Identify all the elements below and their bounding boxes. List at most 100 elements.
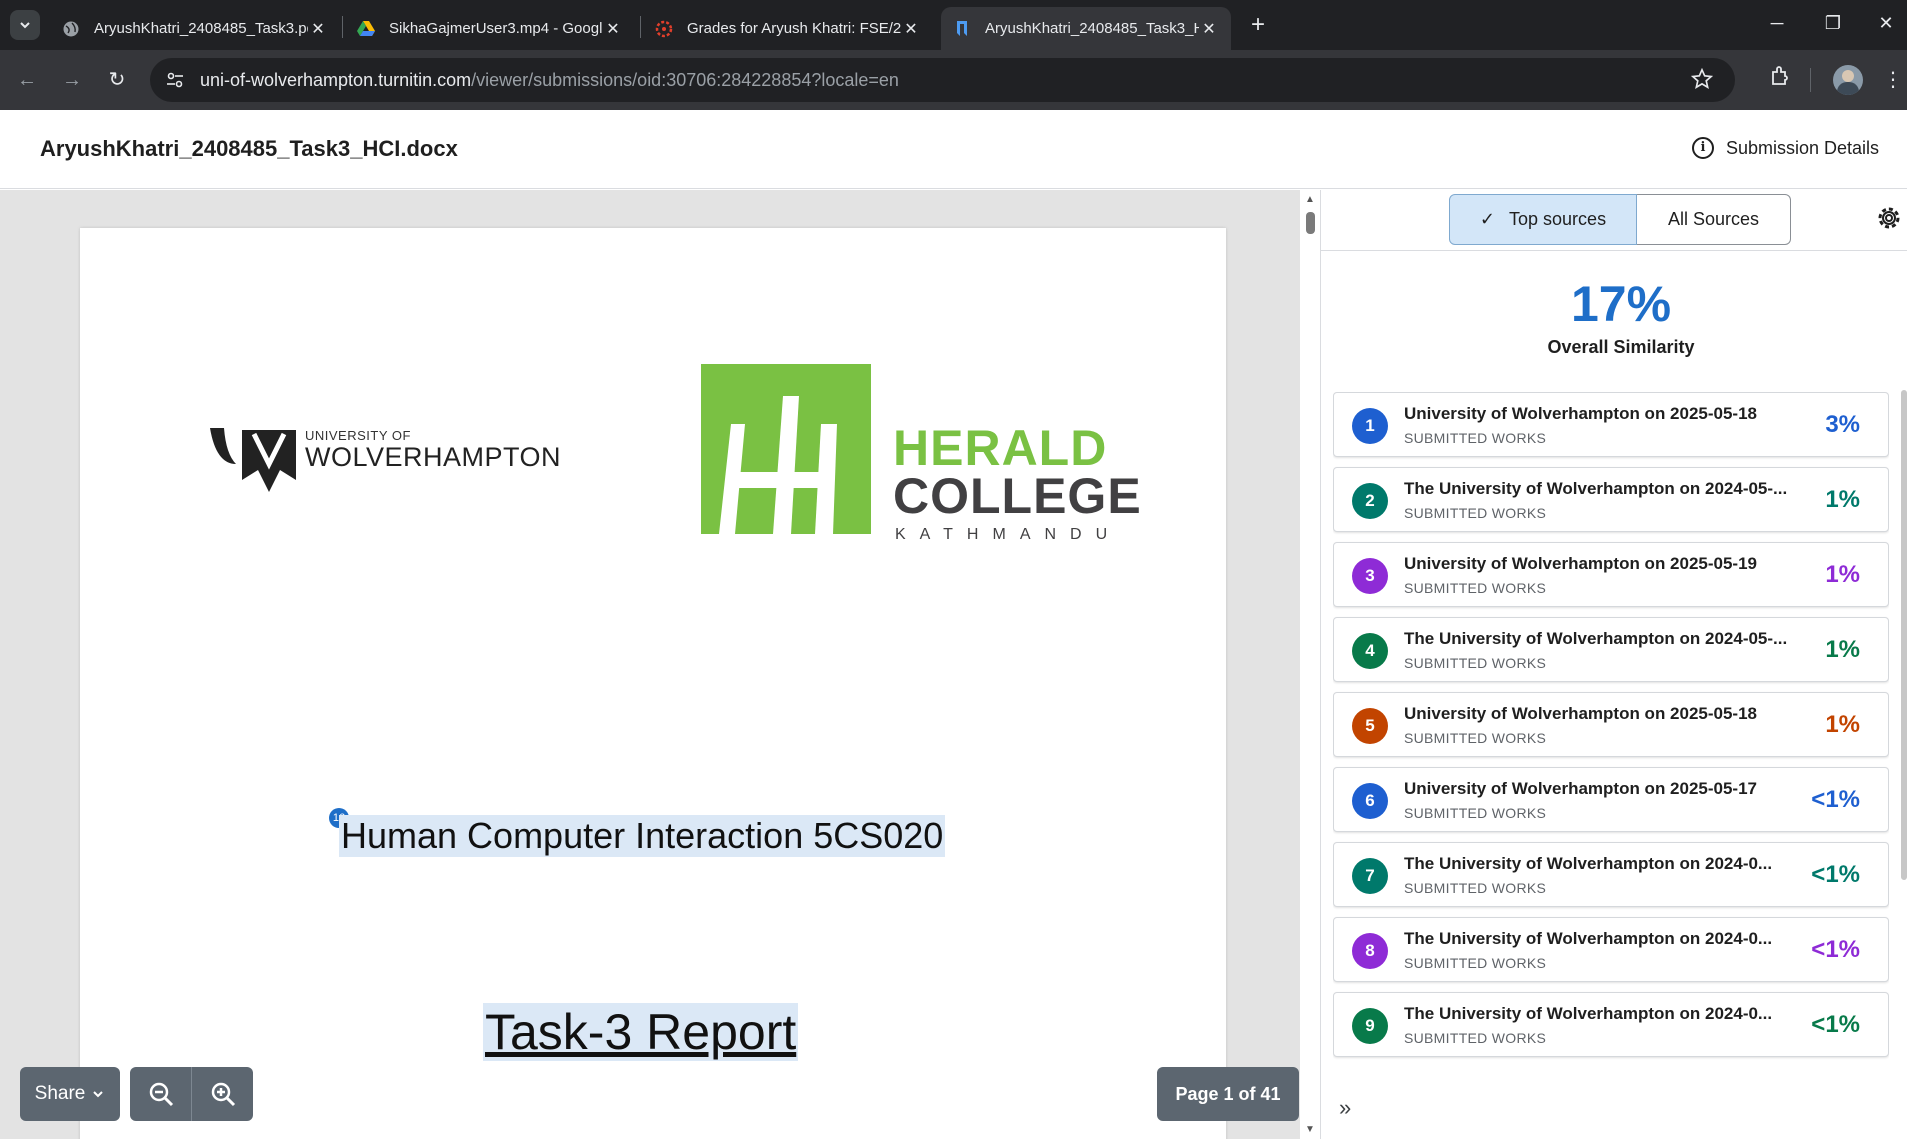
source-percentage: <1%: [1811, 936, 1860, 963]
google-drive-icon: [357, 20, 375, 38]
source-name: The University of Wolverhampton on 2024-…: [1404, 1004, 1773, 1023]
submission-details-button[interactable]: i Submission Details: [1691, 137, 1879, 159]
university-name-small: UNIVERSITY OF: [305, 428, 411, 443]
source-filter-toggle: ✓ Top sources All Sources: [1449, 194, 1791, 245]
source-card[interactable]: 6 University of Wolverhampton on 2025-05-…: [1333, 767, 1889, 832]
source-card[interactable]: 9 The University of Wolverhampton on 2024…: [1333, 992, 1889, 1057]
url-host: uni-of-wolverhampton.turnitin.com: [200, 69, 472, 90]
zoom-in-button[interactable]: [192, 1067, 253, 1121]
tab-separator: [342, 16, 343, 38]
wolverhampton-crest-icon: [210, 428, 296, 492]
tab-all-sources[interactable]: All Sources: [1637, 194, 1791, 245]
panel-scrollbar[interactable]: [1901, 390, 1907, 880]
university-logo: UNIVERSITY OF WOLVERHAMPTON: [208, 416, 561, 496]
address-bar[interactable]: uni-of-wolverhampton.turnitin.com/viewer…: [150, 58, 1735, 102]
source-card[interactable]: 3 University of Wolverhampton on 2025-05-…: [1333, 542, 1889, 607]
source-card[interactable]: 4 The University of Wolverhampton on 2024…: [1333, 617, 1889, 682]
herald-name: HERALD: [893, 420, 1108, 476]
source-name: The University of Wolverhampton on 2024-…: [1404, 479, 1788, 498]
source-type: SUBMITTED WORKS: [1404, 805, 1547, 821]
submission-details-label: Submission Details: [1725, 137, 1879, 158]
zoom-out-button[interactable]: [130, 1067, 191, 1121]
scroll-down-icon[interactable]: ▼: [1304, 1124, 1316, 1136]
source-number: 6: [1352, 783, 1388, 819]
site-settings-icon[interactable]: [164, 69, 186, 91]
chevron-down-icon: [93, 1091, 104, 1098]
browser-toolbar: ← → ↻ uni-of-wolverhampton.turnitin.com /…: [0, 50, 1907, 110]
avatar[interactable]: [1833, 65, 1863, 95]
source-name: University of Wolverhampton on 2025-05-1…: [1404, 404, 1758, 423]
tab-top-sources-label: Top sources: [1509, 209, 1607, 229]
more-menu-icon[interactable]: ⋮: [1878, 65, 1907, 95]
browser-tab-1[interactable]: AryushKhatri_2408485_Task3.pd ✕: [50, 7, 340, 50]
minimize-button[interactable]: ─: [1757, 8, 1797, 38]
tab-top-sources[interactable]: ✓ Top sources: [1449, 194, 1637, 245]
close-window-button[interactable]: ✕: [1866, 8, 1906, 38]
scroll-up-icon[interactable]: ▲: [1304, 194, 1316, 206]
browser-tabstrip: AryushKhatri_2408485_Task3.pd ✕ SikhaGaj…: [0, 0, 1907, 50]
source-type: SUBMITTED WORKS: [1404, 505, 1547, 521]
tab-title: SikhaGajmerUser3.mp4 - Googl: [389, 20, 603, 37]
source-name: The University of Wolverhampton on 2024-…: [1404, 854, 1773, 873]
source-percentage: <1%: [1811, 861, 1860, 888]
source-number: 1: [1352, 408, 1388, 444]
toolbar-divider: [1810, 68, 1811, 92]
report-title[interactable]: Task-3 Report: [483, 1003, 799, 1061]
close-icon[interactable]: ✕: [1199, 19, 1219, 39]
source-type: SUBMITTED WORKS: [1404, 1030, 1547, 1046]
tab-title: AryushKhatri_2408485_Task3.pd: [94, 20, 308, 37]
reload-icon[interactable]: ↻: [102, 65, 132, 95]
source-card[interactable]: 1 University of Wolverhampton on 2025-05-…: [1333, 392, 1889, 457]
bookmark-star-icon[interactable]: [1690, 67, 1715, 92]
globe-icon: [62, 20, 80, 38]
document-heading[interactable]: Human Computer Interaction 5CS020: [339, 815, 946, 857]
close-icon[interactable]: ✕: [603, 19, 623, 39]
source-card[interactable]: 5 University of Wolverhampton on 2025-05-…: [1333, 692, 1889, 757]
similarity-score: 17%: [1570, 276, 1672, 332]
new-tab-button[interactable]: +: [1244, 12, 1272, 40]
source-card[interactable]: 7 The University of Wolverhampton on 2024…: [1333, 842, 1889, 907]
document-page: UNIVERSITY OF WOLVERHAMPTON HERALD COLLE…: [80, 228, 1226, 1139]
close-icon[interactable]: ✕: [308, 19, 328, 39]
similarity-panel: ✓ Top sources All Sources 17% Overall Si…: [1320, 190, 1907, 1139]
source-type: SUBMITTED WORKS: [1404, 730, 1547, 746]
source-type: SUBMITTED WORKS: [1404, 580, 1547, 596]
source-percentage: 1%: [1825, 486, 1860, 513]
forward-icon[interactable]: →: [57, 65, 87, 95]
share-label: Share: [34, 1083, 86, 1104]
scrollbar-thumb[interactable]: [1306, 212, 1315, 234]
tab-title: AryushKhatri_2408485_Task3_H: [985, 20, 1199, 37]
source-number: 3: [1352, 558, 1388, 594]
browser-tab-3[interactable]: Grades for Aryush Khatri: FSE/2 ✕: [643, 7, 933, 50]
browser-tab-2[interactable]: SikhaGajmerUser3.mp4 - Googl ✕: [345, 7, 635, 50]
source-number: 8: [1352, 933, 1388, 969]
zoom-controls: [130, 1067, 253, 1121]
source-card[interactable]: 8 The University of Wolverhampton on 2024…: [1333, 917, 1889, 982]
source-percentage: 1%: [1825, 711, 1860, 738]
source-type: SUBMITTED WORKS: [1404, 880, 1547, 896]
source-number: 2: [1352, 483, 1388, 519]
document-title: AryushKhatri_2408485_Task3_HCI.docx: [40, 136, 458, 161]
viewer-header: AryushKhatri_2408485_Task3_HCI.docx i Su…: [0, 110, 1907, 189]
tab-all-sources-label: All Sources: [1667, 209, 1760, 229]
document-scrollbar[interactable]: ▲ ▼: [1300, 190, 1320, 1139]
similarity-label: Overall Similarity: [1547, 337, 1695, 357]
tab-search-button[interactable]: [10, 10, 40, 40]
gear-icon[interactable]: [1875, 204, 1903, 232]
source-card[interactable]: 2 The University of Wolverhampton on 2024…: [1333, 467, 1889, 532]
herald-city: KATHMANDU: [895, 526, 1122, 543]
zoom-out-icon: [149, 1082, 173, 1107]
browser-tab-4-active[interactable]: AryushKhatri_2408485_Task3_H ✕: [941, 7, 1231, 50]
source-type: SUBMITTED WORKS: [1404, 655, 1547, 671]
close-icon[interactable]: ✕: [901, 19, 921, 39]
source-list: 1 University of Wolverhampton on 2025-05-…: [1333, 392, 1889, 1074]
document-viewer[interactable]: UNIVERSITY OF WOLVERHAMPTON HERALD COLLE…: [0, 190, 1300, 1139]
source-percentage: 1%: [1825, 636, 1860, 663]
page-indicator: Page 1 of 41: [1157, 1067, 1299, 1121]
tab-title: Grades for Aryush Khatri: FSE/2: [687, 20, 901, 37]
restore-button[interactable]: ❐: [1813, 8, 1853, 38]
back-icon[interactable]: ←: [12, 65, 42, 95]
expand-panel-icon[interactable]: »: [1339, 1095, 1351, 1121]
extensions-icon[interactable]: [1765, 65, 1795, 95]
share-button[interactable]: Share: [20, 1067, 120, 1121]
